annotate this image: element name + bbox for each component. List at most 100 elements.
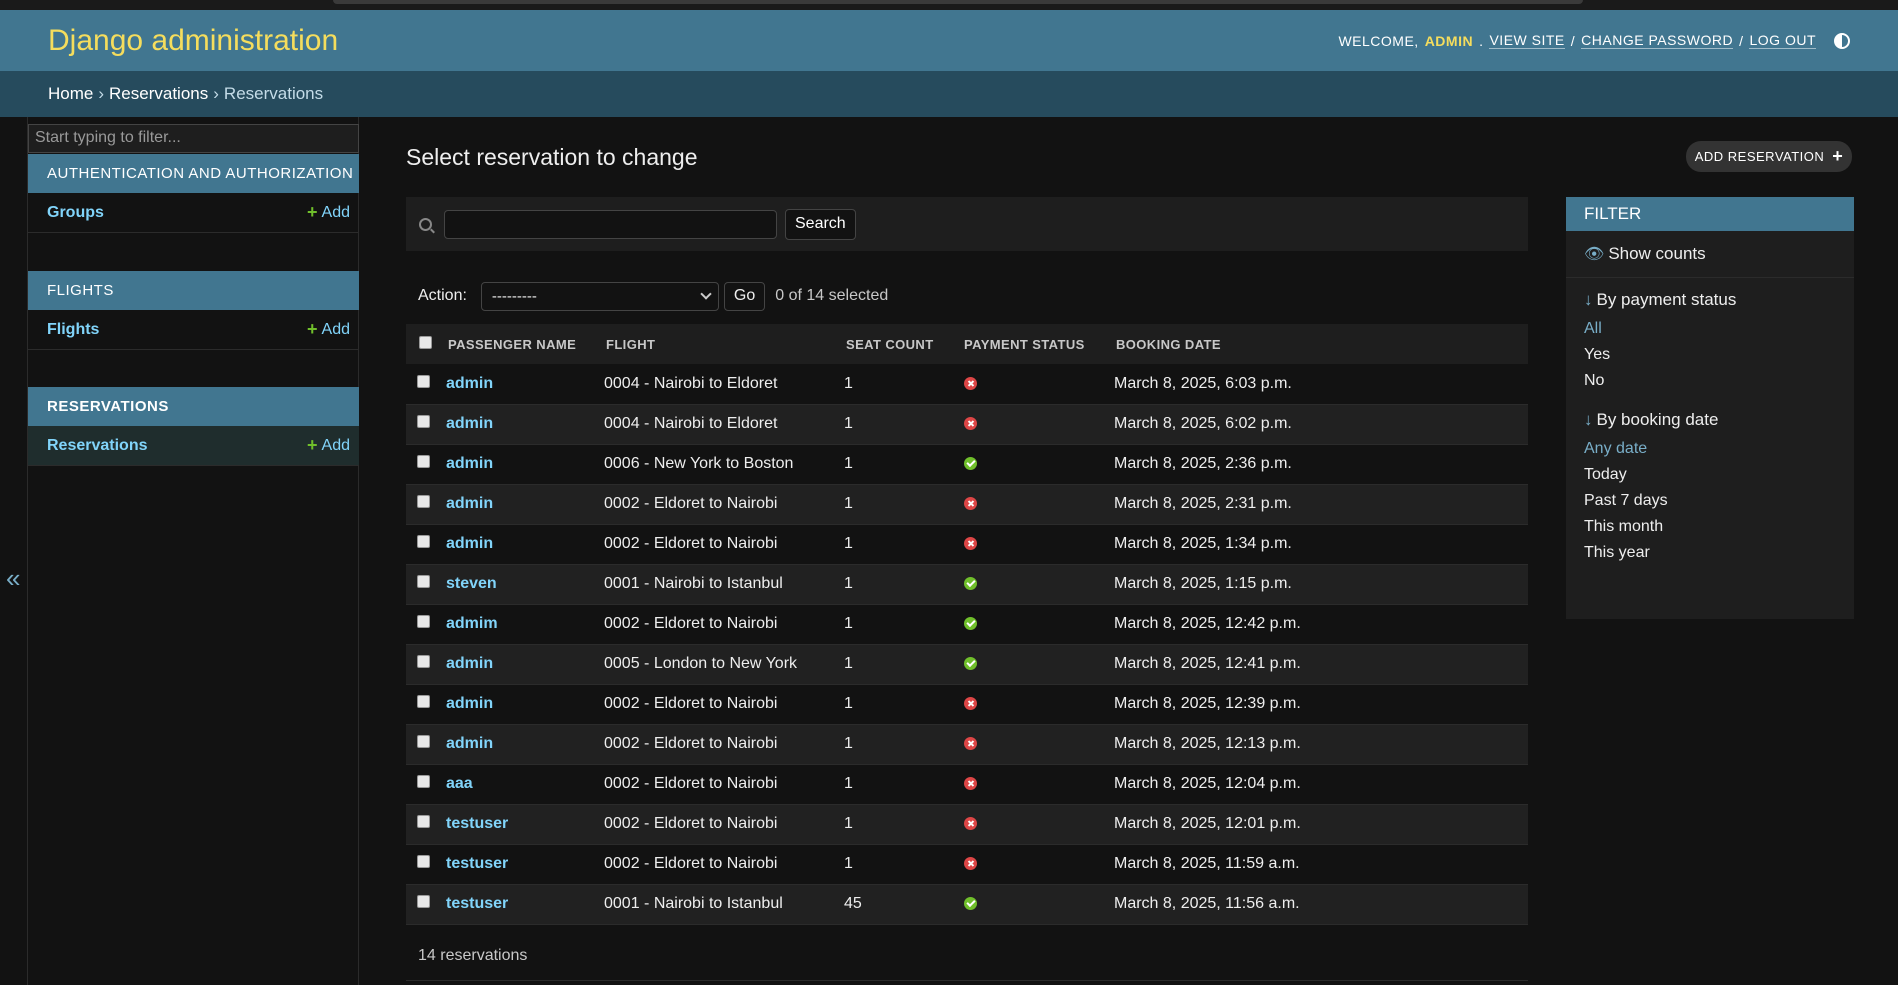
flight-cell: 0002 - Eldoret to Nairobi — [601, 604, 841, 645]
add-flights-link[interactable]: + Add — [307, 319, 350, 340]
row-checkbox[interactable] — [417, 615, 430, 628]
passenger-link[interactable]: admin — [446, 415, 493, 432]
table-row: aaa 0002 - Eldoret to Nairobi 1 March 8, 20… — [406, 764, 1528, 805]
select-all-checkbox[interactable] — [419, 336, 432, 349]
filter-option[interactable]: This month — [1584, 518, 1854, 544]
sidebar-item-label[interactable]: Groups — [47, 204, 104, 222]
row-checkbox[interactable] — [417, 455, 430, 468]
row-checkbox-cell — [406, 404, 443, 445]
seat-count-cell: 1 — [841, 644, 959, 685]
seat-count-cell: 45 — [841, 884, 959, 925]
row-checkbox[interactable] — [417, 575, 430, 588]
passenger-link[interactable]: testuser — [446, 895, 508, 912]
row-checkbox[interactable] — [417, 374, 430, 388]
status-yes-icon — [964, 577, 977, 590]
filter-option[interactable]: Past 7 days — [1584, 492, 1854, 518]
row-checkbox[interactable] — [417, 415, 430, 428]
passenger-link[interactable]: testuser — [446, 855, 508, 872]
collapse-sidebar-icon[interactable]: « — [6, 563, 20, 594]
seat-count-cell: 1 — [841, 404, 959, 445]
filter-option[interactable]: Any date — [1584, 440, 1854, 466]
passenger-link[interactable]: admin — [446, 655, 493, 672]
search-button[interactable]: Search — [785, 208, 856, 240]
passenger-cell: admin — [443, 364, 601, 405]
status-yes-icon — [964, 457, 977, 470]
nav-filter-input[interactable]: Start typing to filter... — [28, 124, 359, 153]
filter-option[interactable]: Yes — [1584, 346, 1854, 372]
site-brand[interactable]: Django administration — [48, 24, 338, 58]
sidebar-item-label[interactable]: Reservations — [47, 437, 148, 455]
row-checkbox[interactable] — [417, 655, 430, 668]
payment-status-cell — [959, 484, 1111, 525]
passenger-link[interactable]: admin — [446, 535, 493, 552]
log-out-link[interactable]: Log out — [1749, 32, 1816, 49]
module-caption[interactable]: Flights — [28, 271, 359, 310]
row-checkbox[interactable] — [417, 895, 430, 908]
sort-arrow-icon: ↓ — [1584, 290, 1593, 309]
row-checkbox[interactable] — [417, 775, 430, 788]
passenger-link[interactable]: admin — [446, 455, 493, 472]
row-checkbox-cell — [406, 804, 443, 845]
booking-date-cell: March 8, 2025, 11:56 a.m. — [1111, 884, 1528, 925]
passenger-link[interactable]: admin — [446, 495, 493, 512]
theme-toggle-icon[interactable] — [1834, 32, 1850, 49]
row-checkbox[interactable] — [417, 695, 430, 708]
column-header-passenger[interactable]: Passenger name — [443, 324, 601, 364]
table-row: admim 0002 - Eldoret to Nairobi 1 March 8, … — [406, 604, 1528, 645]
passenger-cell: admin — [443, 404, 601, 445]
row-checkbox[interactable] — [417, 495, 430, 508]
sidebar-item-label[interactable]: Flights — [47, 321, 99, 339]
sidebar-collapse-toggle[interactable]: « — [0, 117, 28, 985]
results-table: Passenger name Flight Seat count Payment… — [406, 324, 1528, 925]
show-counts-link[interactable]: 👁 Show counts — [1566, 231, 1854, 278]
passenger-link[interactable]: testuser — [446, 815, 508, 832]
column-header-booking-date[interactable]: Booking date — [1111, 324, 1528, 364]
breadcrumb-current: Reservations — [223, 84, 324, 103]
column-header-flight[interactable]: Flight — [601, 324, 841, 364]
passenger-link[interactable]: admim — [446, 615, 498, 632]
search-input[interactable] — [444, 209, 777, 239]
change-password-link[interactable]: Change password — [1581, 32, 1734, 49]
add-reservation-button[interactable]: Add reservation + — [1686, 141, 1852, 172]
seat-count-cell: 1 — [841, 764, 959, 805]
filter-option[interactable]: This year — [1584, 544, 1854, 570]
row-checkbox[interactable] — [417, 855, 430, 868]
column-header-payment-status[interactable]: Payment status — [959, 324, 1111, 364]
passenger-link[interactable]: admin — [446, 695, 493, 712]
add-groups-link[interactable]: + Add — [307, 202, 350, 223]
filter-caption: Filter — [1566, 197, 1854, 231]
flight-cell: 0002 - Eldoret to Nairobi — [601, 764, 841, 805]
breadcrumb: Home › Reservations › Reservations — [0, 71, 1898, 117]
action-label: Action: — [418, 287, 467, 304]
table-row: steven 0001 - Nairobi to Istanbul 1 March 8… — [406, 564, 1528, 605]
module-caption[interactable]: Authentication and Authorization — [28, 154, 359, 193]
go-button[interactable]: Go — [723, 281, 766, 311]
passenger-link[interactable]: admin — [446, 735, 493, 752]
row-checkbox[interactable] — [417, 815, 430, 828]
filter-options-date: Any date Today Past 7 days This month Th… — [1566, 440, 1854, 570]
filter-option[interactable]: Today — [1584, 466, 1854, 492]
row-checkbox[interactable] — [417, 735, 430, 748]
row-checkbox-cell — [406, 884, 443, 925]
passenger-link[interactable]: admin — [446, 375, 493, 392]
view-site-link[interactable]: View site — [1489, 32, 1565, 49]
table-row: admin 0004 - Nairobi to Eldoret 1 March 8, … — [406, 364, 1528, 405]
add-reservations-link[interactable]: + Add — [307, 435, 350, 456]
breadcrumb-home[interactable]: Home — [48, 84, 93, 104]
passenger-link[interactable]: steven — [446, 575, 497, 592]
breadcrumb-app[interactable]: Reservations — [109, 84, 208, 104]
module-caption[interactable]: Reservations — [28, 387, 359, 426]
filter-option[interactable]: All — [1584, 320, 1854, 346]
status-no-icon — [964, 497, 977, 510]
row-checkbox[interactable] — [417, 535, 430, 548]
table-row: admin 0002 - Eldoret to Nairobi 1 March 8, … — [406, 524, 1528, 565]
payment-status-cell — [959, 364, 1111, 405]
seat-count-cell: 1 — [841, 444, 959, 485]
action-select[interactable]: --------- — [480, 281, 719, 311]
passenger-link[interactable]: aaa — [446, 775, 473, 792]
booking-date-cell: March 8, 2025, 6:03 p.m. — [1111, 364, 1528, 405]
column-header-seat-count[interactable]: Seat count — [841, 324, 959, 364]
table-row: admin 0002 - Eldoret to Nairobi 1 March 8, … — [406, 724, 1528, 765]
add-plus-icon: + — [307, 202, 318, 222]
filter-option[interactable]: No — [1584, 372, 1854, 398]
